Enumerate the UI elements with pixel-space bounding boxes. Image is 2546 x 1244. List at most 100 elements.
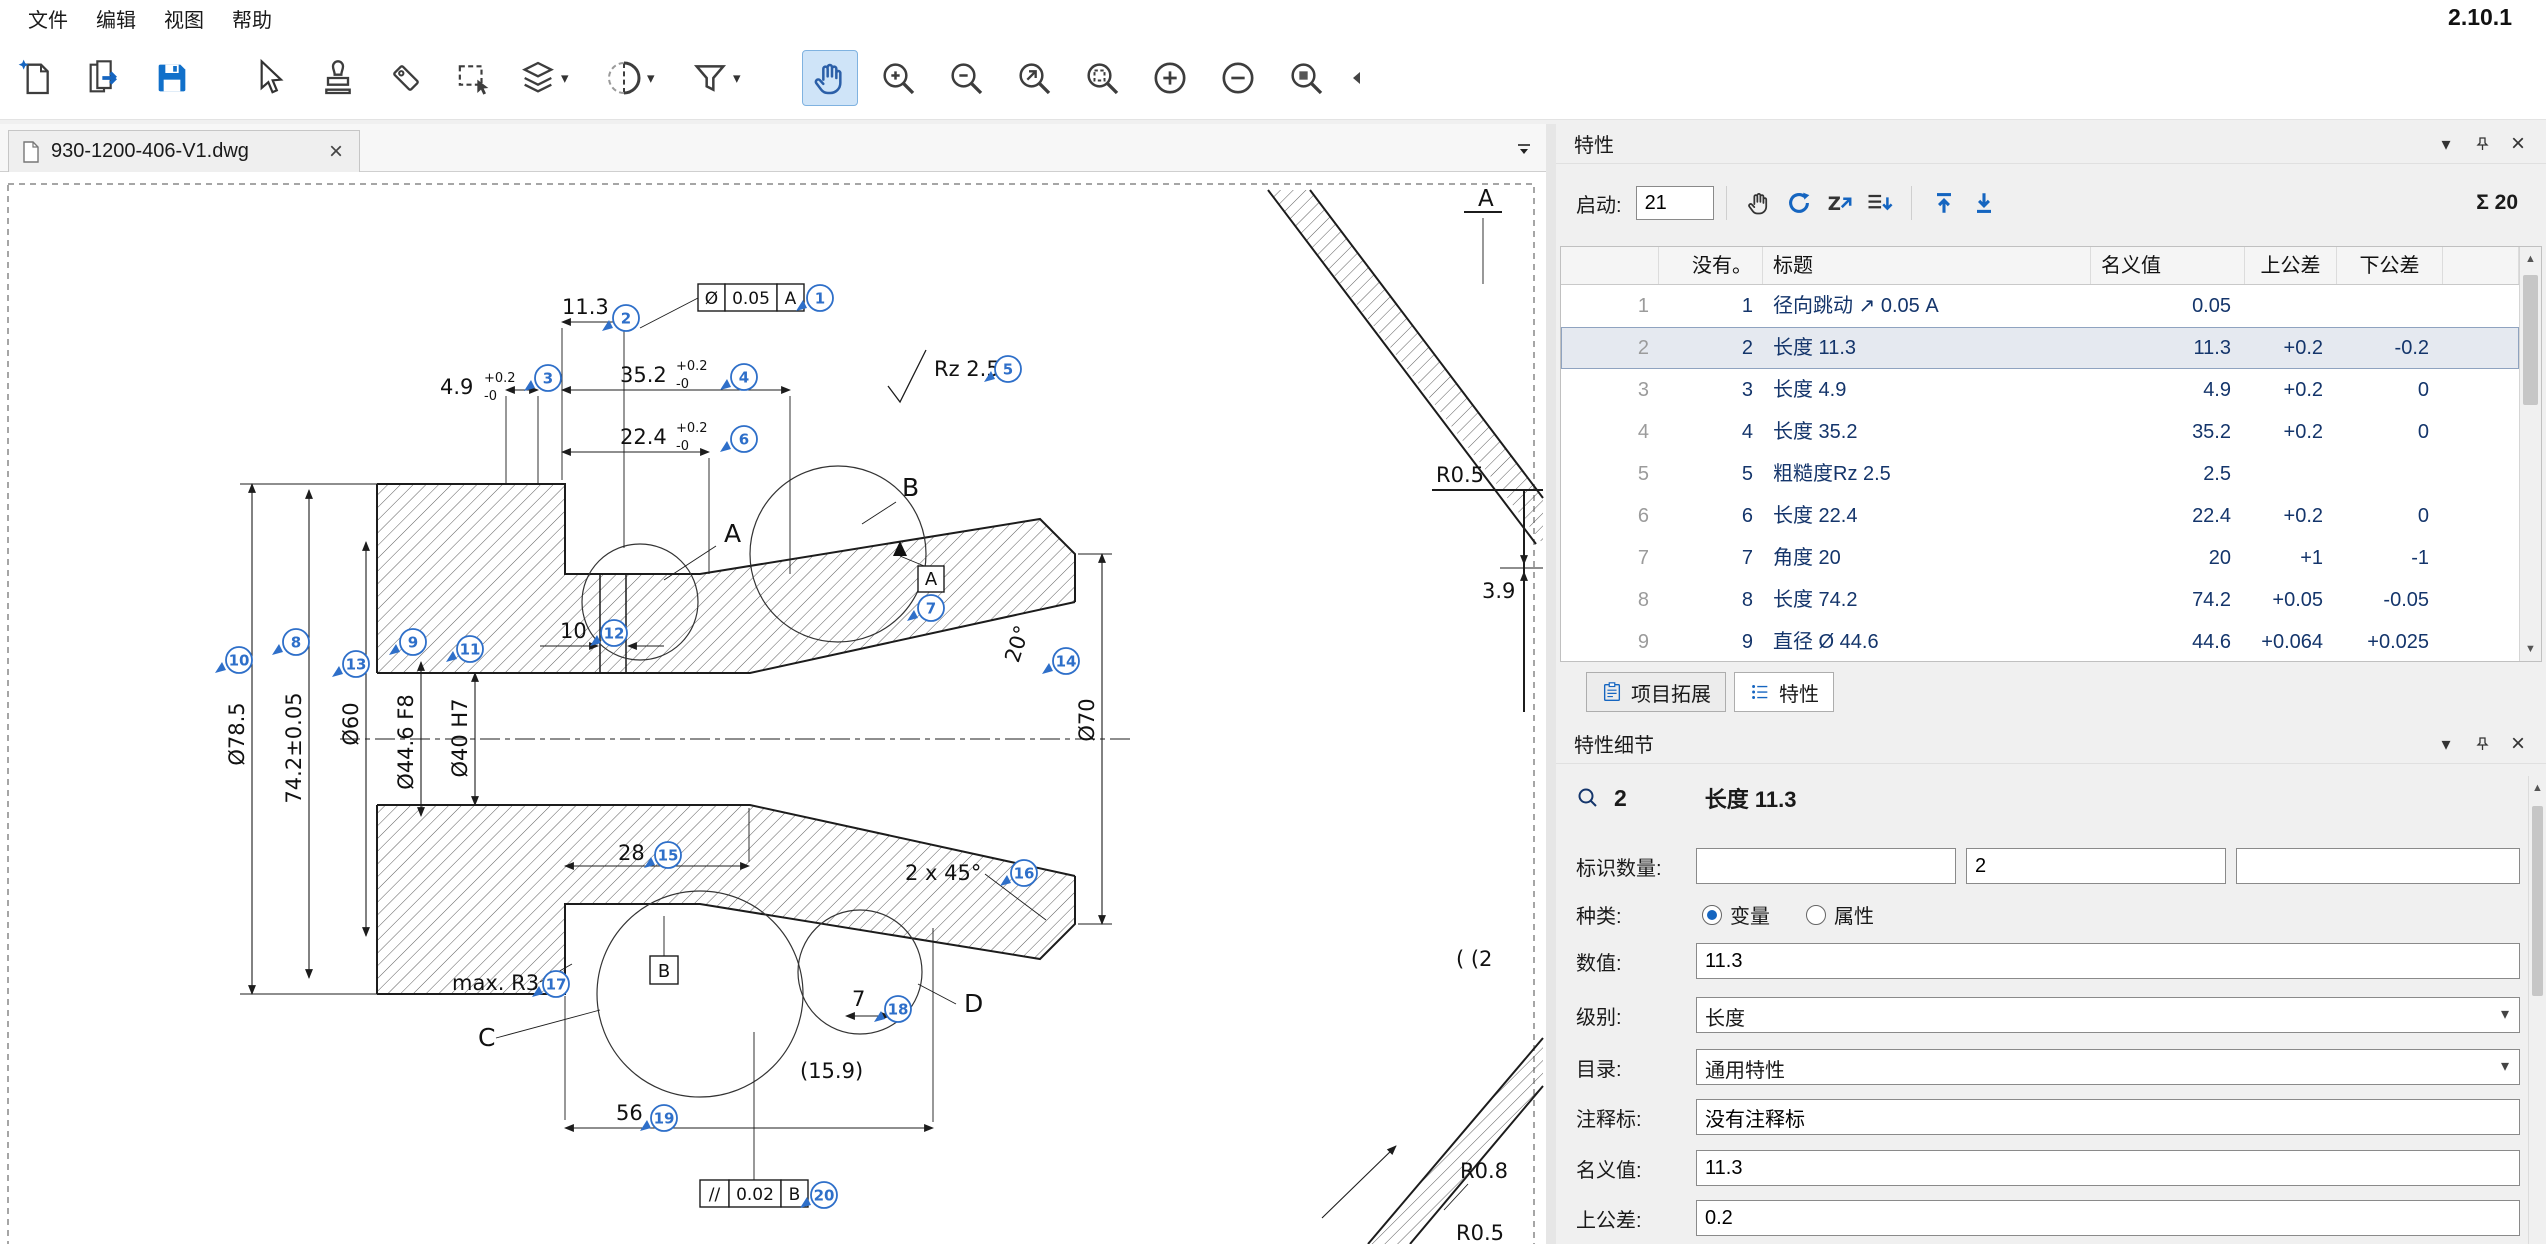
renumber-icon[interactable]: Z	[1819, 183, 1859, 223]
characteristic-row-8[interactable]: 88长度 74.274.2+0.05-0.05	[1561, 579, 2519, 621]
characteristic-row-2[interactable]: 22长度 11.311.3+0.2-0.2	[1561, 327, 2519, 369]
characteristics-list-icon	[1749, 681, 1771, 703]
id-count-input-3[interactable]	[2236, 848, 2520, 884]
open-document-button[interactable]	[76, 50, 132, 106]
scrollbar-thumb[interactable]	[2532, 806, 2543, 996]
scroll-up-icon[interactable]: ▲	[2520, 247, 2541, 271]
value-input[interactable]	[1696, 943, 2520, 979]
stamp-tool-button[interactable]	[310, 50, 366, 106]
characteristics-table: 没有。 标题 名义值 上公差 下公差 11径向跳动 ↗ 0.05 A0.0522…	[1560, 246, 2542, 662]
balloon-13[interactable]: 13	[332, 651, 369, 677]
marquee-select-button[interactable]	[446, 50, 502, 106]
table-scrollbar[interactable]: ▲ ▼	[2519, 247, 2541, 661]
form-row-id-count: 标识数量:	[1556, 848, 2546, 884]
id-count-input-2[interactable]	[1966, 848, 2226, 884]
zoom-out-tool-button[interactable]	[938, 50, 994, 106]
sort-list-icon[interactable]	[1859, 183, 1899, 223]
balloon-6[interactable]: 6	[720, 426, 757, 452]
panel-close-icon[interactable]: ×	[2506, 732, 2530, 756]
select-tool-button[interactable]	[242, 50, 298, 106]
save-button[interactable]	[144, 50, 200, 106]
id-count-input-1[interactable]	[1696, 848, 1956, 884]
tab-close-icon[interactable]: ×	[325, 140, 347, 164]
balloon-18[interactable]: 18	[874, 996, 911, 1022]
scroll-down-icon[interactable]: ▼	[2520, 637, 2541, 661]
tag-tool-button[interactable]	[378, 50, 434, 106]
characteristic-row-6[interactable]: 66长度 22.422.4+0.20	[1561, 495, 2519, 537]
zoom-in-icon	[878, 58, 918, 98]
zoom-extents-button[interactable]	[1006, 50, 1062, 106]
zoom-region-button[interactable]	[1278, 50, 1334, 106]
details-scrollbar[interactable]: ▲	[2528, 776, 2546, 1244]
scrollbar-thumb[interactable]	[2523, 275, 2538, 405]
characteristic-row-9[interactable]: 99直径 Ø 44.644.6+0.064+0.025	[1561, 621, 2519, 661]
chevron-down-icon[interactable]: ▾	[647, 69, 655, 87]
col-header-nominal[interactable]: 名义值	[2091, 247, 2245, 284]
revolve-tool-button[interactable]: ▾	[600, 50, 674, 106]
panel-close-icon[interactable]: ×	[2506, 132, 2530, 156]
pin-icon[interactable]	[2470, 732, 2494, 756]
tab-list-icon[interactable]	[1512, 138, 1536, 160]
panel-splitter[interactable]	[1546, 124, 1556, 1244]
panel-menu-icon[interactable]: ▾	[2434, 732, 2458, 756]
radio-selected-icon	[1702, 905, 1722, 925]
pan-tool-button[interactable]	[802, 50, 858, 106]
start-number-input[interactable]	[1636, 186, 1714, 220]
dimension-lines	[252, 322, 1524, 1218]
scroll-up-icon[interactable]: ▲	[2529, 776, 2546, 800]
toolbar-collapse-button[interactable]	[1346, 50, 1366, 106]
catalog-select[interactable]: 通用特性 ▾	[1696, 1049, 2520, 1085]
balloon-14[interactable]: 14	[1042, 648, 1079, 674]
tab-label: 特性	[1779, 678, 1819, 707]
level-select[interactable]: 长度 ▾	[1696, 997, 2520, 1033]
tab-characteristics[interactable]: 特性	[1734, 672, 1834, 712]
svg-text:5: 5	[1003, 361, 1013, 379]
col-header-title[interactable]: 标题	[1763, 247, 2091, 284]
new-document-button[interactable]	[8, 50, 64, 106]
move-top-icon[interactable]	[1924, 183, 1964, 223]
pin-icon[interactable]	[2470, 132, 2494, 156]
balloon-8[interactable]: 8	[272, 629, 309, 655]
radio-attribute[interactable]: 属性	[1806, 900, 1874, 929]
chevron-down-icon[interactable]: ▾	[561, 69, 569, 87]
drawing-canvas[interactable]: 11.34.9+0.2-035.2+0.2-0Rz 2.522.4+0.2-0Ø…	[0, 172, 1546, 1244]
menu-view[interactable]: 视图	[150, 4, 218, 33]
nominal-input[interactable]	[1696, 1150, 2520, 1186]
characteristic-row-5[interactable]: 55粗糙度Rz 2.52.5	[1561, 453, 2519, 495]
balloon-4[interactable]: 4	[720, 364, 757, 390]
radio-variable[interactable]: 变量	[1702, 900, 1770, 929]
menu-file[interactable]: 文件	[14, 4, 82, 33]
col-header-no[interactable]: 没有。	[1659, 247, 1763, 284]
move-bottom-icon[interactable]	[1964, 183, 2004, 223]
balloon-19[interactable]: 19	[640, 1105, 677, 1131]
decrease-button[interactable]	[1210, 50, 1266, 106]
upper-tolerance-input[interactable]	[1696, 1200, 2520, 1236]
layers-tool-button[interactable]: ▾	[514, 50, 588, 106]
characteristic-row-1[interactable]: 11径向跳动 ↗ 0.05 A0.05	[1561, 285, 2519, 327]
svg-text:A: A	[925, 569, 938, 590]
menu-edit[interactable]: 编辑	[82, 4, 150, 33]
pan-small-icon[interactable]	[1739, 183, 1779, 223]
characteristic-row-3[interactable]: 33长度 4.94.9+0.20	[1561, 369, 2519, 411]
refresh-icon[interactable]	[1779, 183, 1819, 223]
svg-text:B: B	[789, 1185, 801, 1205]
note-input[interactable]	[1696, 1099, 2520, 1135]
characteristic-row-7[interactable]: 77角度 2020+1-1	[1561, 537, 2519, 579]
filter-tool-button[interactable]: ▾	[686, 50, 760, 106]
col-header-upper[interactable]: 上公差	[2245, 247, 2337, 284]
increase-button[interactable]	[1142, 50, 1198, 106]
document-tab[interactable]: 930-1200-406-V1.dwg ×	[8, 130, 360, 172]
col-header-lower[interactable]: 下公差	[2337, 247, 2443, 284]
zoom-in-tool-button[interactable]	[870, 50, 926, 106]
characteristic-row-4[interactable]: 44长度 35.235.2+0.20	[1561, 411, 2519, 453]
zoom-window-button[interactable]	[1074, 50, 1130, 106]
menu-help[interactable]: 帮助	[218, 4, 286, 33]
panel-menu-icon[interactable]: ▾	[2434, 132, 2458, 156]
dimension-label: Ø44.6 F8	[394, 694, 418, 789]
chevron-down-icon[interactable]: ▾	[733, 69, 741, 87]
tab-project-expansion[interactable]: 项目拓展	[1586, 672, 1726, 712]
svg-text:2: 2	[621, 310, 631, 328]
balloon-10[interactable]: 10	[215, 647, 252, 673]
balloon-3[interactable]: 3	[524, 365, 561, 391]
datum-label-box: B	[650, 956, 678, 984]
